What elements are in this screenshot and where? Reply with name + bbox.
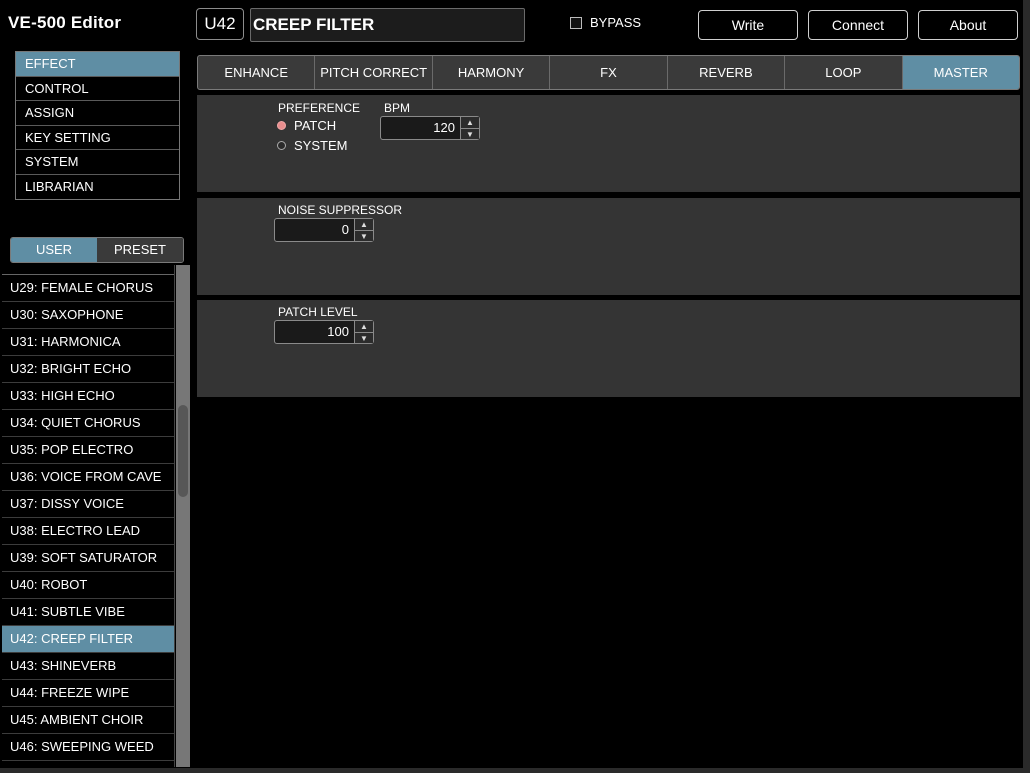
list-item-selected[interactable]: U42: CREEP FILTER — [2, 626, 174, 653]
preference-label: PREFERENCE — [278, 101, 361, 115]
menu-item-assign[interactable]: ASSIGN — [16, 101, 179, 126]
patch-list[interactable]: U29: FEMALE CHORUS U30: SAXOPHONE U31: H… — [2, 265, 175, 767]
list-item[interactable]: U39: SOFT SATURATOR — [2, 545, 174, 572]
list-item[interactable]: U34: QUIET CHORUS — [2, 410, 174, 437]
scrollbar-thumb[interactable] — [178, 405, 188, 497]
list-item[interactable]: U44: FREEZE WIPE — [2, 680, 174, 707]
tab-pitch-correct[interactable]: PITCH CORRECT — [315, 56, 433, 89]
list-item-partial — [2, 265, 174, 275]
noise-suppressor-stepper[interactable]: 0 ▲ ▼ — [274, 218, 374, 242]
radio-system[interactable] — [277, 141, 286, 150]
preference-option-patch[interactable]: PATCH — [277, 118, 336, 133]
patch-level-label: PATCH LEVEL — [278, 305, 358, 319]
patch-list-scrollbar[interactable] — [176, 265, 190, 767]
noise-suppressor-value[interactable]: 0 — [275, 219, 354, 241]
bypass-checkbox[interactable] — [570, 16, 582, 29]
tab-user[interactable]: USER — [11, 238, 97, 262]
tab-loop[interactable]: LOOP — [785, 56, 903, 89]
bpm-stepper-arrows[interactable]: ▲ ▼ — [460, 117, 479, 139]
list-item[interactable]: U31: HARMONICA — [2, 329, 174, 356]
preference-option-system[interactable]: SYSTEM — [277, 138, 347, 153]
tab-enhance[interactable]: ENHANCE — [198, 56, 316, 89]
menu-item-effect[interactable]: EFFECT — [16, 52, 179, 77]
write-button[interactable]: Write — [698, 10, 798, 40]
bypass-toggle[interactable]: BYPASS — [570, 15, 641, 30]
tab-fx[interactable]: FX — [550, 56, 668, 89]
window-frame-bottom — [0, 768, 1030, 773]
menu-item-librarian[interactable]: LIBRARIAN — [16, 175, 179, 200]
effect-tabs: ENHANCE PITCH CORRECT HARMONY FX REVERB … — [197, 55, 1020, 90]
triangle-down-icon[interactable]: ▼ — [355, 333, 373, 344]
radio-patch[interactable] — [277, 121, 286, 130]
noise-suppressor-stepper-arrows[interactable]: ▲ ▼ — [354, 219, 373, 241]
list-item[interactable]: U36: VOICE FROM CAVE — [2, 464, 174, 491]
patch-level-value[interactable]: 100 — [275, 321, 354, 343]
bank-tabs: USER PRESET — [10, 237, 184, 263]
list-item[interactable]: U45: AMBIENT CHOIR — [2, 707, 174, 734]
menu-item-system[interactable]: SYSTEM — [16, 150, 179, 175]
radio-system-label: SYSTEM — [294, 138, 348, 153]
list-item[interactable]: U46: SWEEPING WEED — [2, 734, 174, 761]
bpm-label: BPM — [384, 101, 411, 115]
patch-level-stepper-arrows[interactable]: ▲ ▼ — [354, 321, 373, 343]
bpm-value[interactable]: 120 — [381, 117, 460, 139]
patch-level-stepper[interactable]: 100 ▲ ▼ — [274, 320, 374, 344]
menu-item-key-setting[interactable]: KEY SETTING — [16, 126, 179, 151]
list-item[interactable]: U33: HIGH ECHO — [2, 383, 174, 410]
menu-item-control[interactable]: CONTROL — [16, 77, 179, 102]
bpm-stepper[interactable]: 120 ▲ ▼ — [380, 116, 480, 140]
list-item[interactable]: U38: ELECTRO LEAD — [2, 518, 174, 545]
list-item[interactable]: U29: FEMALE CHORUS — [2, 275, 174, 302]
bypass-label: BYPASS — [590, 15, 642, 30]
list-item[interactable]: U41: SUBTLE VIBE — [2, 599, 174, 626]
list-item[interactable]: U32: BRIGHT ECHO — [2, 356, 174, 383]
tab-preset[interactable]: PRESET — [97, 238, 183, 262]
list-item[interactable]: U37: DISSY VOICE — [2, 491, 174, 518]
list-item[interactable]: U40: ROBOT — [2, 572, 174, 599]
window-frame-right — [1023, 0, 1030, 773]
main-menu: EFFECT CONTROL ASSIGN KEY SETTING SYSTEM… — [15, 51, 180, 200]
list-item[interactable]: U35: POP ELECTRO — [2, 437, 174, 464]
about-button[interactable]: About — [918, 10, 1018, 40]
patch-id-display: U42 — [196, 8, 244, 40]
noise-suppressor-label: NOISE SUPPRESSOR — [278, 203, 403, 217]
tab-reverb[interactable]: REVERB — [668, 56, 786, 89]
triangle-down-icon[interactable]: ▼ — [461, 129, 479, 140]
triangle-up-icon[interactable]: ▲ — [461, 117, 479, 129]
tab-master[interactable]: MASTER — [902, 56, 1019, 89]
app-title: VE-500 Editor — [8, 13, 122, 32]
triangle-up-icon[interactable]: ▲ — [355, 219, 373, 231]
radio-patch-label: PATCH — [294, 118, 337, 133]
list-item[interactable]: U43: SHINEVERB — [2, 653, 174, 680]
triangle-up-icon[interactable]: ▲ — [355, 321, 373, 333]
patch-name-field[interactable]: CREEP FILTER — [250, 8, 525, 42]
tab-harmony[interactable]: HARMONY — [433, 56, 551, 89]
list-item[interactable]: U30: SAXOPHONE — [2, 302, 174, 329]
triangle-down-icon[interactable]: ▼ — [355, 231, 373, 242]
connect-button[interactable]: Connect — [808, 10, 908, 40]
